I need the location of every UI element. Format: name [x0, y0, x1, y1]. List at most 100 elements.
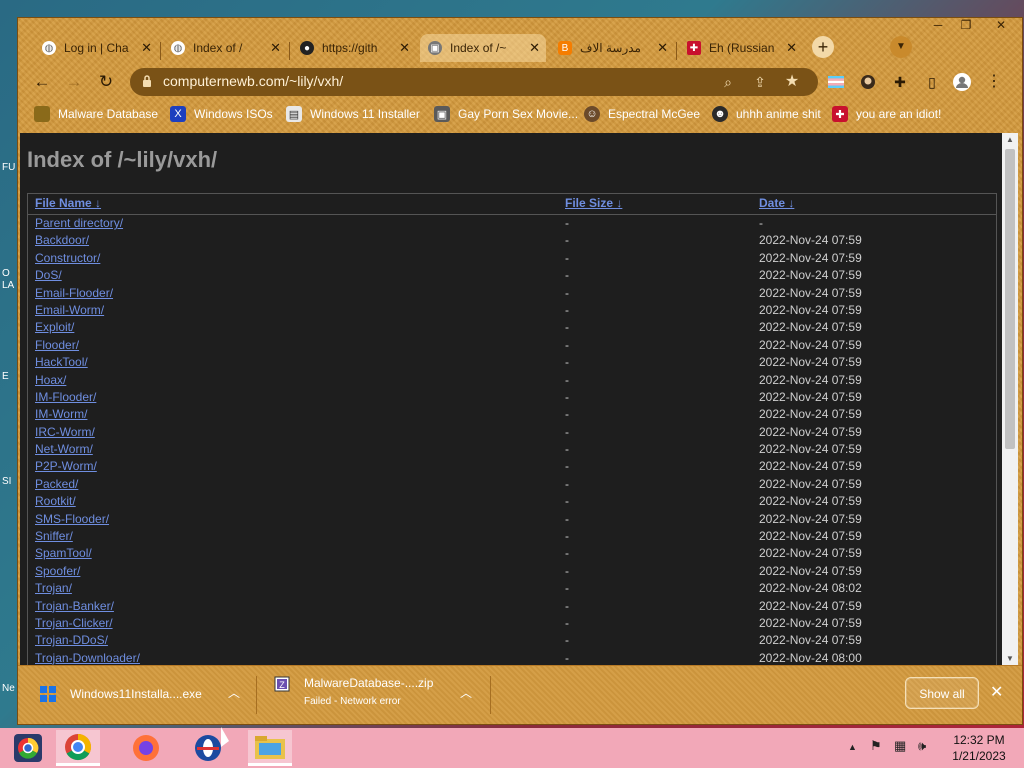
bookmark-malware-database[interactable]: Malware Database [34, 102, 158, 126]
tab[interactable]: B مدرسة الاف ✕ [550, 34, 674, 62]
close-tab-icon[interactable]: ✕ [399, 40, 410, 56]
directory-link[interactable]: Email-Flooder/ [35, 286, 113, 300]
desktop-icon-label[interactable]: Ne [2, 683, 15, 694]
directory-link[interactable]: IM-Worm/ [35, 407, 87, 421]
directory-link[interactable]: Net-Worm/ [35, 442, 93, 456]
directory-link[interactable]: Email-Worm/ [35, 303, 104, 317]
zoom-icon[interactable]: ⌕ [718, 72, 738, 92]
directory-link[interactable]: Trojan/ [35, 581, 72, 595]
scroll-up-icon[interactable]: ▲ [1006, 135, 1014, 144]
directory-link[interactable]: Sniffer/ [35, 529, 73, 543]
page-scrollbar[interactable]: ▲ ▼ [1002, 133, 1018, 665]
close-tab-icon[interactable]: ✕ [270, 40, 281, 56]
action-center-flag-icon[interactable]: ⚑ [870, 738, 882, 754]
reload-icon[interactable]: ↻ [94, 70, 118, 94]
download-item[interactable]: Windows11Installa....exe ︿ [40, 666, 240, 724]
share-icon[interactable]: ⇪ [750, 72, 770, 92]
tab-strip: ◍ Log in | Cha ✕ ◍ Index of / ✕ ● https:… [18, 30, 1022, 64]
directory-link[interactable]: IM-Flooder/ [35, 390, 96, 404]
close-tab-icon[interactable]: ✕ [141, 40, 152, 56]
show-all-downloads-button[interactable]: Show all [905, 677, 979, 709]
modified-date: 2022-Nov-24 07:59 [759, 302, 862, 317]
sort-by-name-link[interactable]: File Name ↓ [35, 196, 101, 210]
table-row: DoS/ - 2022-Nov-24 07:59 [28, 267, 996, 284]
network-icon[interactable]: ▦ [894, 738, 906, 754]
bookmark-espectral-mcgee[interactable]: ☺ Espectral McGee [584, 102, 700, 126]
directory-link[interactable]: IRC-Worm/ [35, 425, 95, 439]
directory-link[interactable]: Spoofer/ [35, 564, 80, 578]
system-clock[interactable]: 12:32 PM 1/21/2023 [944, 732, 1014, 764]
forward-arrow-icon[interactable]: → [62, 70, 86, 94]
directory-link[interactable]: SpamTool/ [35, 546, 92, 560]
close-tab-icon[interactable]: ✕ [786, 40, 797, 56]
modified-date: 2022-Nov-24 07:59 [759, 529, 862, 544]
bookmark-star-icon[interactable]: ★ [782, 72, 802, 92]
clock-time: 12:32 PM [953, 733, 1005, 747]
tab-active[interactable]: ▣ Index of /~ ✕ [420, 34, 546, 62]
sort-by-date-link[interactable]: Date ↓ [759, 196, 794, 210]
directory-link[interactable]: SMS-Flooder/ [35, 512, 109, 526]
scroll-down-icon[interactable]: ▼ [1006, 654, 1014, 663]
directory-link[interactable]: Backdoor/ [35, 233, 89, 247]
file-explorer-icon[interactable] [248, 730, 292, 766]
directory-link[interactable]: DoS/ [35, 268, 62, 282]
bookmark-windows-11-installer[interactable]: ▤ Windows 11 Installer [286, 102, 420, 126]
file-size: - [565, 320, 569, 335]
directory-link[interactable]: Flooder/ [35, 338, 79, 352]
extension-avatar-icon[interactable] [858, 72, 878, 92]
directory-link[interactable]: Hoax/ [35, 373, 66, 387]
new-tab-button[interactable]: + [812, 36, 834, 58]
chrome-icon[interactable] [56, 730, 100, 766]
url-text[interactable]: computernewb.com/~lily/vxh/ [163, 73, 343, 89]
show-hidden-icons-icon[interactable]: ▲ [848, 742, 857, 752]
close-downloads-shelf-icon[interactable]: ✕ [990, 682, 1003, 702]
download-item[interactable]: Z MalwareDatabase-....zip Failed - Netwo… [274, 666, 474, 724]
desktop-icon-label[interactable]: LA [2, 280, 14, 291]
address-bar[interactable]: computernewb.com/~lily/vxh/ ⌕ ⇪ ★ [130, 68, 818, 96]
file-size: - [565, 216, 569, 230]
directory-link[interactable]: Trojan-Downloader/ [35, 651, 140, 665]
firefox-icon[interactable] [124, 730, 168, 766]
tab[interactable]: ◍ Log in | Cha ✕ [34, 34, 158, 62]
directory-link[interactable]: Exploit/ [35, 320, 74, 334]
scrollbar-thumb[interactable] [1005, 149, 1015, 449]
file-size: - [565, 511, 569, 526]
bookmark-anime[interactable]: ☻ uhhh anime shit [712, 102, 821, 126]
directory-link[interactable]: Rootkit/ [35, 494, 76, 508]
bookmark-windows-isos[interactable]: X Windows ISOs [170, 102, 273, 126]
desktop-icon-label[interactable]: O [2, 268, 10, 279]
back-arrow-icon[interactable]: ← [30, 70, 54, 94]
chevron-up-icon[interactable]: ︿ [228, 684, 240, 701]
directory-link[interactable]: Trojan-Clicker/ [35, 616, 113, 630]
directory-link[interactable]: P2P-Worm/ [35, 459, 97, 473]
side-panel-icon[interactable]: ▯ [922, 72, 942, 92]
tab[interactable]: ● https://gith ✕ [292, 34, 416, 62]
desktop-icon-label[interactable]: FU [2, 162, 15, 173]
directory-link[interactable]: Parent directory/ [35, 216, 123, 230]
table-row: Trojan-Banker/ - 2022-Nov-24 07:59 [28, 598, 996, 615]
directory-link[interactable]: Constructor/ [35, 251, 100, 265]
bookmark-site[interactable]: ▣ Gay Porn Sex Movie... [434, 102, 578, 126]
tab[interactable]: ✚ Eh (Russian ✕ [679, 34, 803, 62]
chevron-up-icon[interactable]: ︿ [460, 684, 472, 701]
downloads-shelf: Windows11Installa....exe ︿ Z MalwareData… [18, 665, 1022, 724]
desktop-icon-label[interactable]: SI [2, 476, 11, 487]
profile-icon[interactable] [952, 72, 972, 92]
extensions-puzzle-icon[interactable]: ✚ [890, 72, 910, 92]
chrome-color-icon[interactable] [6, 730, 50, 766]
close-tab-icon[interactable]: ✕ [529, 40, 540, 56]
directory-link[interactable]: HackTool/ [35, 355, 88, 369]
tab[interactable]: ◍ Index of / ✕ [163, 34, 287, 62]
desktop-icon-label[interactable]: E [2, 371, 9, 382]
menu-kebab-icon[interactable]: ⋮ [984, 72, 1004, 92]
directory-link[interactable]: Packed/ [35, 477, 78, 491]
directory-link[interactable]: Trojan-Banker/ [35, 599, 114, 613]
windows-installer-icon [40, 686, 56, 702]
tab-search-button[interactable]: ▼ [890, 36, 912, 58]
bookmark-you-are-an-idiot[interactable]: ✚ you are an idiot! [832, 102, 941, 126]
close-tab-icon[interactable]: ✕ [657, 40, 668, 56]
extension-flag-icon[interactable] [826, 72, 846, 92]
volume-icon[interactable]: 🕪 [918, 738, 926, 754]
directory-link[interactable]: Trojan-DDoS/ [35, 633, 108, 647]
sort-by-size-link[interactable]: File Size ↓ [565, 196, 622, 210]
